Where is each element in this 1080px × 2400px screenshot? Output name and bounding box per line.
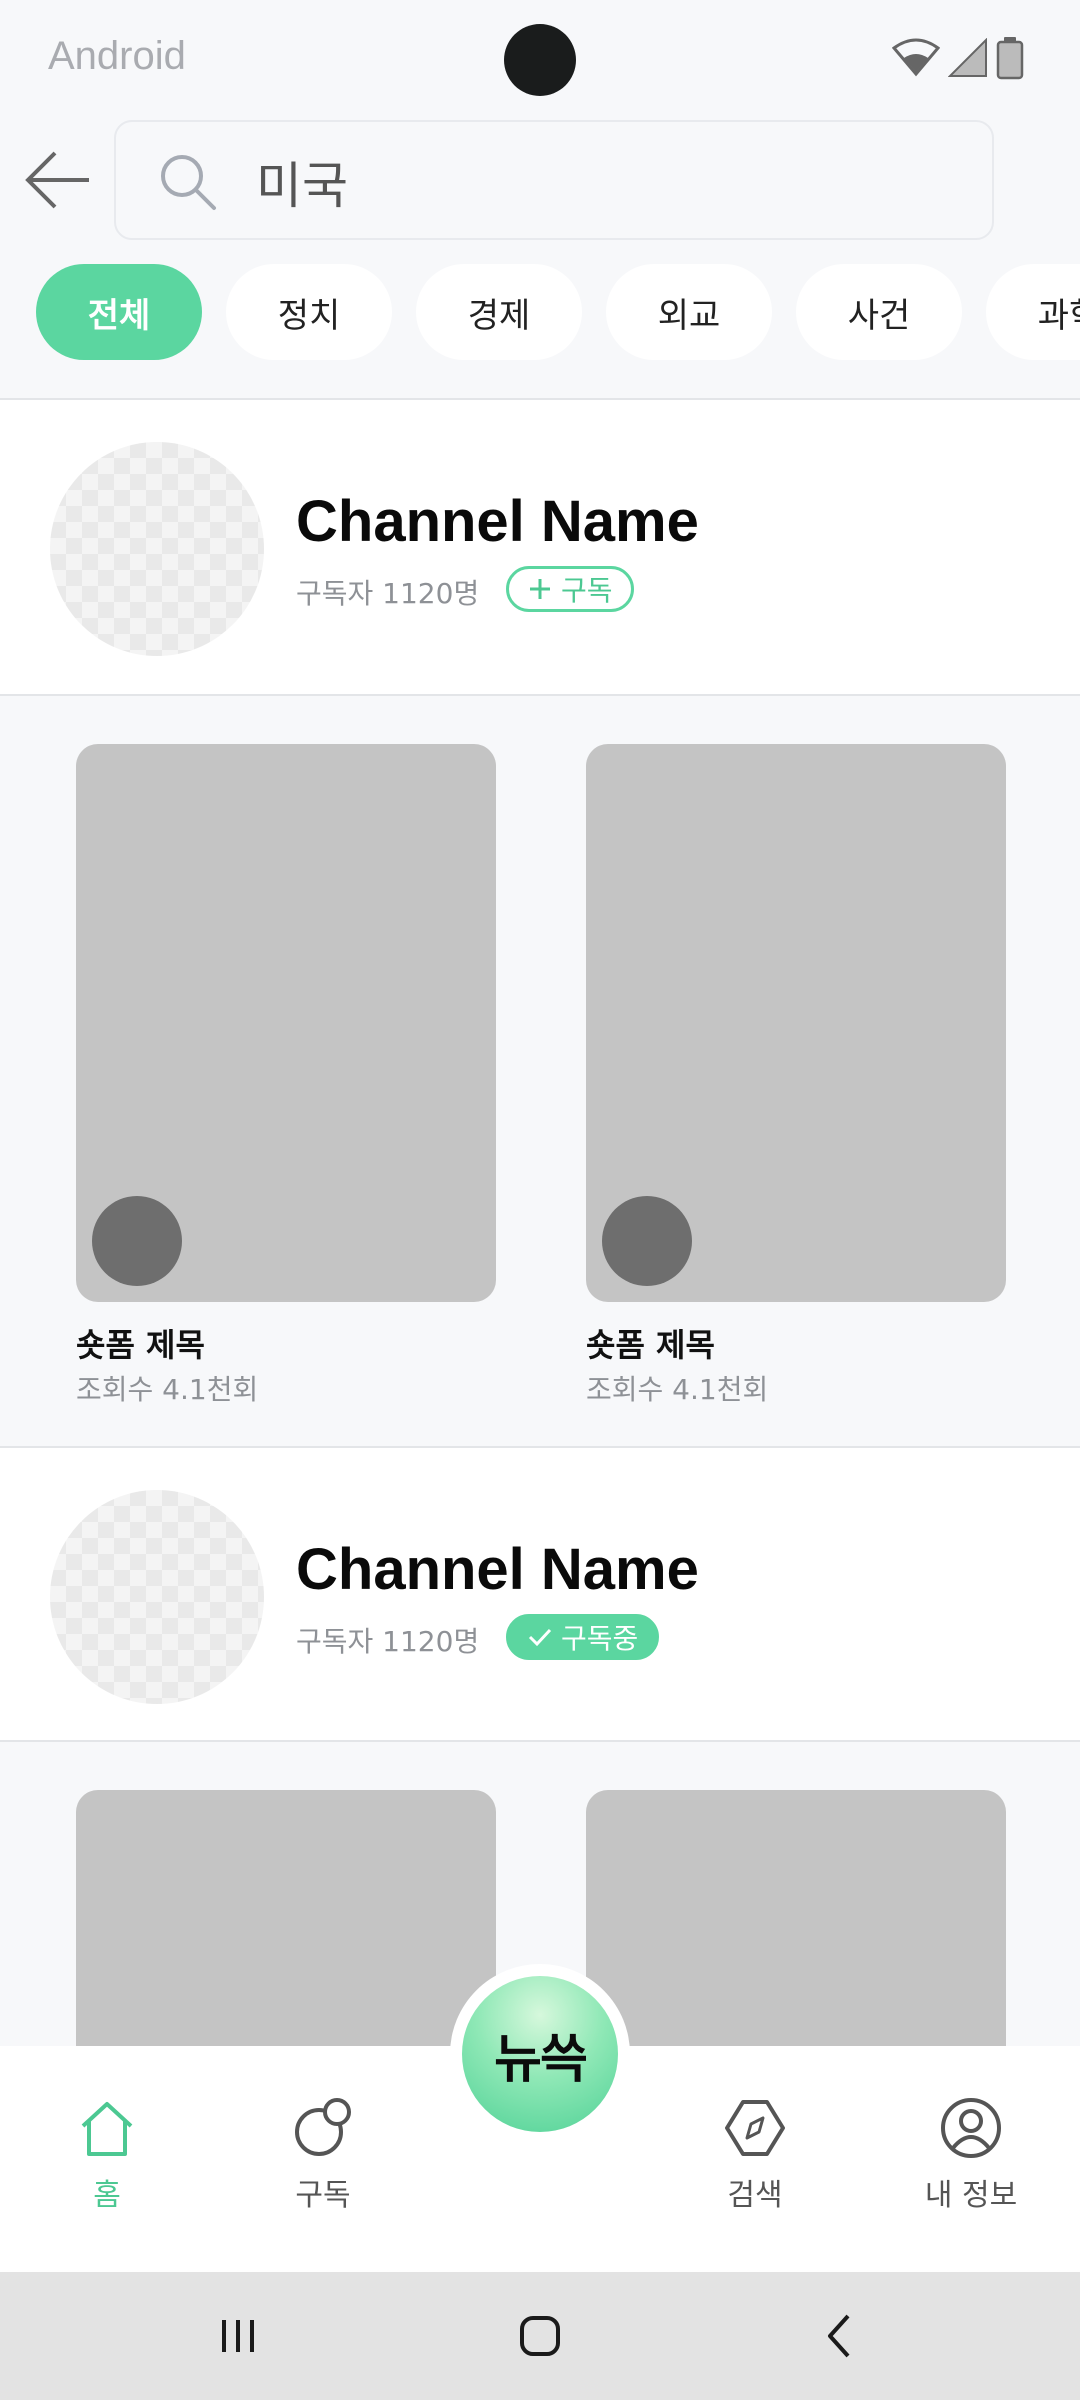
short-title: 숏폼 제목 — [586, 1326, 715, 1364]
nav-subscriptions[interactable]: 구독 — [248, 2096, 398, 2214]
nav-profile[interactable]: 내 정보 — [896, 2096, 1046, 2214]
subscribe-label: 구독 — [561, 574, 613, 607]
wifi-icon — [892, 38, 940, 77]
recent-apps-button[interactable] — [198, 2302, 278, 2370]
nav-search-label: 검색 — [727, 2178, 783, 2213]
profile-icon — [941, 2098, 1001, 2158]
short-thumbnail[interactable] — [586, 744, 1006, 1302]
center-news-label: 뉴쓱 — [494, 2029, 588, 2090]
nav-search[interactable]: 검색 — [680, 2096, 830, 2214]
channel-avatar[interactable] — [50, 1490, 264, 1704]
shorts-list: 숏폼 제목 조회수 4.1천회 숏폼 제목 조회수 4.1천회 — [0, 698, 1080, 1446]
status-carrier: Android — [48, 34, 186, 78]
chip-all[interactable]: 전체 — [36, 264, 202, 360]
home-icon — [81, 2102, 133, 2156]
short-thumbnail[interactable] — [586, 1790, 1006, 2046]
status-icons — [892, 36, 1024, 80]
chip-science[interactable]: 과학 — [986, 264, 1080, 360]
short-thumbnail[interactable] — [76, 1790, 496, 2046]
nav-home-label: 홈 — [93, 2178, 121, 2213]
short-channel-avatar — [602, 1196, 692, 1286]
nav-subscriptions-label: 구독 — [295, 2178, 351, 2213]
camera-cutout — [504, 24, 576, 96]
search-icon — [161, 155, 216, 210]
short-title: 숏폼 제목 — [76, 1326, 205, 1364]
chevron-left-icon — [828, 2314, 850, 2358]
subscribe-button[interactable]: 구독 — [506, 566, 634, 612]
channel-avatar[interactable] — [50, 442, 264, 656]
subscribe-label: 구독중 — [561, 1622, 639, 1655]
nav-profile-label: 내 정보 — [924, 2178, 1018, 2213]
channel-card[interactable]: Channel Name 구독자 1120명 구독중 — [0, 1446, 1080, 1742]
channel-card[interactable]: Channel Name 구독자 1120명 구독 — [0, 400, 1080, 696]
nav-home[interactable]: 홈 — [32, 2096, 182, 2214]
system-nav-bar — [0, 2272, 1080, 2400]
category-chips: 전체 정치 경제 외교 사건 과학 — [36, 264, 1080, 360]
signal-icon — [948, 38, 987, 77]
search-header — [0, 120, 1080, 240]
chip-incidents[interactable]: 사건 — [796, 264, 962, 360]
chip-economy[interactable]: 경제 — [416, 264, 582, 360]
check-icon — [528, 1628, 552, 1647]
chip-diplomacy[interactable]: 외교 — [606, 264, 772, 360]
channel-name: Channel Name — [296, 489, 699, 554]
subscriptions-icon — [295, 2098, 351, 2156]
search-input[interactable] — [256, 148, 956, 216]
short-views: 조회수 4.1천회 — [76, 1373, 259, 1406]
subscriber-count: 구독자 1120명 — [296, 1625, 480, 1658]
system-back-button[interactable] — [800, 2302, 880, 2370]
channel-name: Channel Name — [296, 1537, 699, 1602]
battery-icon — [996, 37, 1024, 80]
chip-politics[interactable]: 정치 — [226, 264, 392, 360]
search-bar[interactable] — [114, 120, 994, 240]
home-square-icon — [520, 2316, 560, 2356]
status-bar: Android — [0, 0, 1080, 120]
home-system-button[interactable] — [500, 2302, 580, 2370]
short-channel-avatar — [92, 1196, 182, 1286]
subscribed-button[interactable]: 구독중 — [506, 1614, 660, 1660]
short-views: 조회수 4.1천회 — [586, 1373, 769, 1406]
compass-icon — [725, 2100, 785, 2156]
arrow-left-icon — [25, 151, 89, 209]
center-news-button[interactable]: 뉴쓱 — [462, 1976, 618, 2132]
plus-icon — [530, 579, 550, 599]
subscriber-count: 구독자 1120명 — [296, 577, 480, 610]
back-button[interactable] — [20, 142, 96, 218]
short-thumbnail[interactable] — [76, 744, 496, 1302]
recent-apps-icon — [222, 2320, 254, 2352]
